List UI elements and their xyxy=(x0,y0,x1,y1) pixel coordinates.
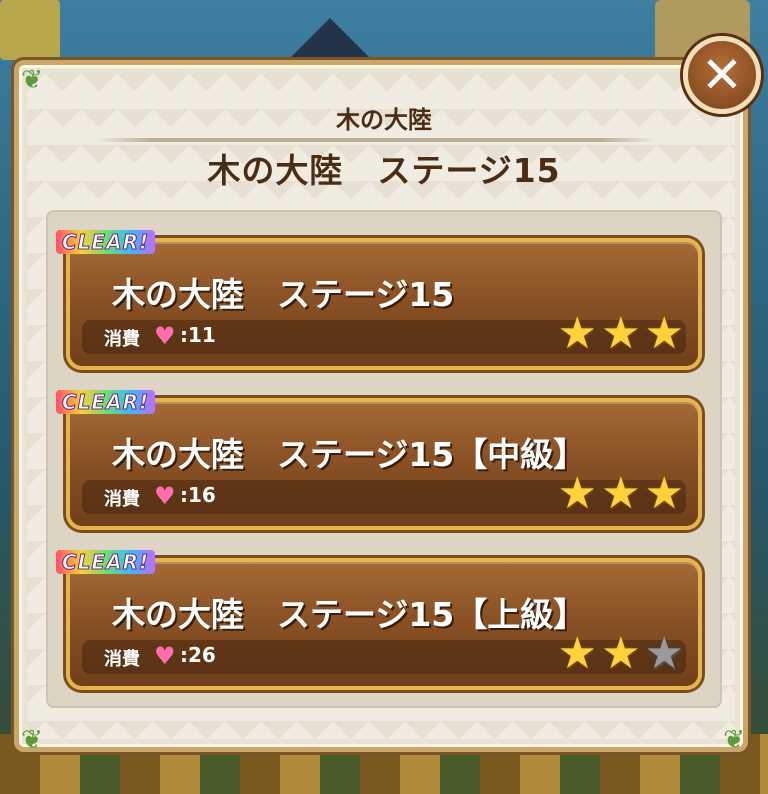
star-icon: ★ xyxy=(644,468,684,519)
cost-value: :11 xyxy=(180,323,216,347)
star-rating: ★ ★ ★ xyxy=(558,632,684,676)
star-rating: ★ ★ ★ xyxy=(558,312,684,356)
background-banner xyxy=(0,0,60,60)
cost-label: 消費 xyxy=(104,489,140,510)
close-icon: ✕ xyxy=(701,46,743,104)
star-icon: ★ xyxy=(601,308,641,359)
star-icon: ★ xyxy=(601,628,641,679)
star-icon: ★ xyxy=(557,628,598,679)
star-icon: ★ xyxy=(557,308,598,359)
star-icon: ★ xyxy=(644,308,684,359)
stage-name: 木の大陸 ステージ15 xyxy=(112,275,455,314)
heart-icon: ♥ xyxy=(154,322,176,350)
stage-name: 木の大陸 ステージ15【中級】 xyxy=(112,435,587,474)
dialog-subtitle: 木の大陸 xyxy=(336,106,432,134)
stage-item-normal[interactable]: CLEAR! 木の大陸 ステージ15 消費 ♥ :11 ★ ★ ★ xyxy=(56,230,702,370)
cost-value: :16 xyxy=(180,483,216,507)
stage-item-advanced[interactable]: CLEAR! 木の大陸 ステージ15【上級】 消費 ♥ :26 ★ ★ ★ xyxy=(56,550,702,690)
dialog-title: 木の大陸 ステージ15 xyxy=(207,151,561,190)
heart-icon: ♥ xyxy=(154,642,176,670)
heart-icon: ♥ xyxy=(154,482,176,510)
clear-badge: CLEAR! xyxy=(56,390,156,415)
cost-label: 消費 xyxy=(104,649,140,670)
header-divider xyxy=(96,138,656,142)
empty-star-icon: ★ xyxy=(644,628,684,679)
star-icon: ★ xyxy=(601,468,641,519)
leaf-icon: ❦ xyxy=(21,65,43,95)
clear-badge: CLEAR! xyxy=(56,230,156,255)
star-icon: ★ xyxy=(557,468,598,519)
leaf-icon: ❦ xyxy=(723,725,745,755)
star-rating: ★ ★ ★ xyxy=(558,472,684,516)
stage-name: 木の大陸 ステージ15【上級】 xyxy=(112,595,587,634)
stage-item-intermediate[interactable]: CLEAR! 木の大陸 ステージ15【中級】 消費 ♥ :16 ★ ★ ★ xyxy=(56,390,702,530)
cost-value: :26 xyxy=(180,643,216,667)
leaf-icon: ❦ xyxy=(21,725,43,755)
cost-label: 消費 xyxy=(104,329,140,350)
clear-badge: CLEAR! xyxy=(56,550,156,575)
